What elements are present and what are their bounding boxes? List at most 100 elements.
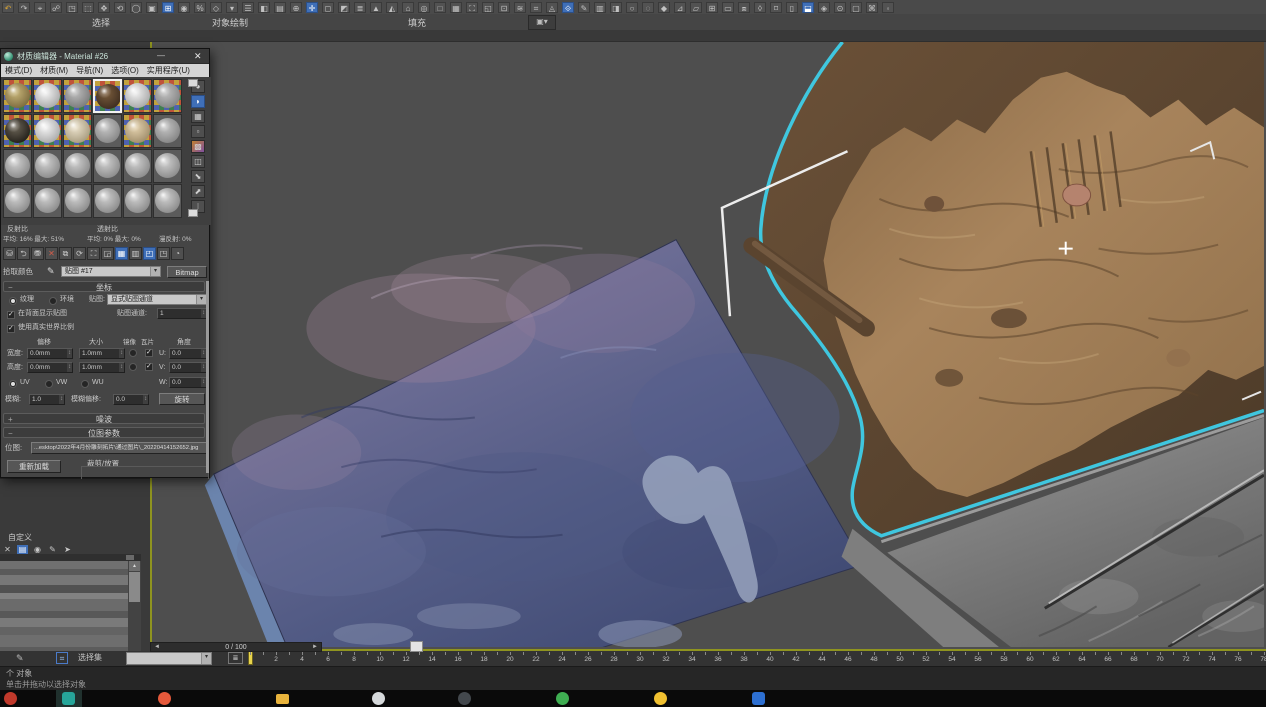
toolbar-icon[interactable]: ◨	[610, 2, 622, 13]
make-unique-icon[interactable]: ⟳	[73, 247, 86, 260]
height-tile-checkbox[interactable]	[145, 363, 153, 371]
eyedropper-icon[interactable]: ✎	[47, 266, 55, 276]
material-sample-slot[interactable]	[93, 114, 122, 148]
toolbar-icon[interactable]: ▦	[450, 2, 462, 13]
select-by-material-icon[interactable]: ⬈	[191, 185, 205, 198]
taskbar-app-6[interactable]	[458, 692, 471, 705]
taskbar-app-1[interactable]	[4, 692, 17, 705]
trackbar-mode-icon[interactable]: ≣	[228, 652, 243, 664]
material-sample-slot[interactable]	[93, 79, 122, 113]
width-mirror-checkbox[interactable]	[129, 349, 137, 357]
blur-spinner[interactable]: 1.0	[29, 394, 65, 405]
next-frame-icon[interactable]: ►	[312, 644, 318, 650]
material-sample-slot[interactable]	[3, 149, 32, 183]
list-row[interactable]	[0, 618, 128, 627]
toolbar-icon[interactable]: ◯	[130, 2, 142, 13]
material-sample-slot[interactable]	[123, 149, 152, 183]
material-editor-titlebar[interactable]: 材质编辑器 - Material #26 — ✕	[1, 49, 209, 64]
material-name-dropdown[interactable]: 贴图 #17	[61, 266, 161, 277]
pencil-icon[interactable]: ✎	[16, 653, 24, 663]
toolbar-icon[interactable]: ◈	[818, 2, 830, 13]
noise-rollout-header[interactable]: +噪波	[3, 413, 205, 424]
material-sample-slot[interactable]	[3, 184, 32, 218]
toolbar-icon[interactable]: ▯	[786, 2, 798, 13]
sample-uv-tiling-icon[interactable]: ▫	[191, 125, 205, 138]
material-sample-slot[interactable]	[123, 79, 152, 113]
material-sample-slot[interactable]	[153, 149, 182, 183]
height-size-spinner[interactable]: 1.0mm	[79, 362, 125, 373]
reset-map-icon[interactable]: ✕	[45, 247, 58, 260]
toolbar-icon[interactable]: ▭	[722, 2, 734, 13]
ribbon-camera-dropdown[interactable]: ▣▾	[528, 15, 556, 30]
put-to-library-icon[interactable]: ⛶	[87, 247, 100, 260]
toolbar-icon[interactable]: ▥	[594, 2, 606, 13]
rotate-button[interactable]: 旋转	[159, 393, 205, 405]
material-sample-slot[interactable]	[153, 114, 182, 148]
viewport[interactable]	[150, 42, 1266, 651]
frame-indicator-bar[interactable]: ◄ 0 / 100 ►	[150, 642, 322, 652]
menu-item[interactable]: 实用程序(U)	[147, 65, 190, 76]
material-sample-slot[interactable]	[3, 79, 32, 113]
uv-radio[interactable]	[9, 380, 17, 388]
trackbar-handle[interactable]	[410, 641, 423, 652]
mapping-mode-dropdown[interactable]: 显式贴图通道	[107, 294, 207, 305]
toolbar-icon[interactable]: ↶	[2, 2, 14, 13]
show-map-in-viewport-icon[interactable]: ▦	[115, 247, 128, 260]
material-sample-slot[interactable]	[33, 149, 62, 183]
video-color-check-icon[interactable]: ▩	[191, 140, 205, 153]
taskbar-app-3[interactable]	[158, 692, 171, 705]
height-offset-spinner[interactable]: 0.0mm	[27, 362, 73, 373]
toolbar-icon[interactable]: ◻	[322, 2, 334, 13]
ribbon-tab-1[interactable]: 选择	[92, 16, 110, 29]
toolbar-icon[interactable]: ◆	[658, 2, 670, 13]
material-sample-slot[interactable]	[153, 79, 182, 113]
ribbon-tab-3[interactable]: 填充	[408, 16, 426, 29]
list-row[interactable]	[0, 575, 128, 585]
material-id-channel-icon[interactable]: ◲	[101, 247, 114, 260]
material-sample-slot[interactable]	[3, 114, 32, 148]
coordinates-rollout-header[interactable]: −坐标	[3, 281, 205, 292]
toolbar-icon[interactable]: ✥	[98, 2, 110, 13]
material-sample-slot[interactable]	[63, 149, 92, 183]
toolbar-icon[interactable]: ▲	[370, 2, 382, 13]
material-sample-slot[interactable]	[153, 184, 182, 218]
material-editor-scrollbar[interactable]	[206, 281, 209, 473]
toolbar-icon[interactable]: ◌	[642, 2, 654, 13]
prev-frame-icon[interactable]: ◄	[154, 644, 160, 650]
taskbar-app-9[interactable]	[752, 692, 765, 705]
show-end-result-icon[interactable]: ▥	[129, 247, 142, 260]
menu-item[interactable]: 导航(N)	[76, 65, 103, 76]
graph-editor-icon[interactable]: ⌗	[56, 652, 68, 664]
toolbar-icon[interactable]: ⌗	[530, 2, 542, 13]
material-sample-slot[interactable]	[63, 114, 92, 148]
width-offset-spinner[interactable]: 0.0mm	[27, 348, 73, 359]
bitmap-path-button[interactable]: ...esktop\2022年4月份雕刻拓片\通过图片\_20220414152…	[31, 442, 207, 454]
backlight-icon[interactable]: ◗	[191, 95, 205, 108]
go-to-parent-icon[interactable]: ◰	[143, 247, 156, 260]
wu-radio[interactable]	[81, 380, 89, 388]
material-type-button[interactable]: Bitmap	[167, 266, 207, 278]
toolbar-icon[interactable]: ○	[626, 2, 638, 13]
list-row[interactable]	[0, 611, 128, 618]
material-sample-slot[interactable]	[63, 184, 92, 218]
toolbar-icon[interactable]: ▱	[690, 2, 702, 13]
close-icon[interactable]: ✕	[194, 51, 202, 62]
layer-list[interactable]	[0, 561, 128, 663]
u-angle-spinner[interactable]: 0.0	[169, 348, 207, 359]
toolbar-icon[interactable]: ⌖	[34, 2, 46, 13]
slot-scroll-down[interactable]	[188, 209, 198, 217]
material-sample-slot[interactable]	[93, 184, 122, 218]
toolbar-icon[interactable]: ≣	[354, 2, 366, 13]
material-sample-slot[interactable]	[123, 184, 152, 218]
toolbar-icon[interactable]: ✛	[306, 2, 318, 13]
toolbar-icon[interactable]: ◬	[546, 2, 558, 13]
toolbar-icon[interactable]: □	[434, 2, 446, 13]
toolbar-icon[interactable]: ✎	[578, 2, 590, 13]
toolbar-icon[interactable]: %	[194, 2, 206, 13]
toolbar-icon[interactable]: ⊞	[706, 2, 718, 13]
go-forward-to-sibling-icon[interactable]: ◳	[157, 247, 170, 260]
get-material-icon[interactable]: ⛁	[3, 247, 16, 260]
assign-material-to-selection-icon[interactable]: ⛃	[31, 247, 44, 260]
background-icon[interactable]: ▦	[191, 110, 205, 123]
environment-radio[interactable]	[49, 297, 57, 305]
